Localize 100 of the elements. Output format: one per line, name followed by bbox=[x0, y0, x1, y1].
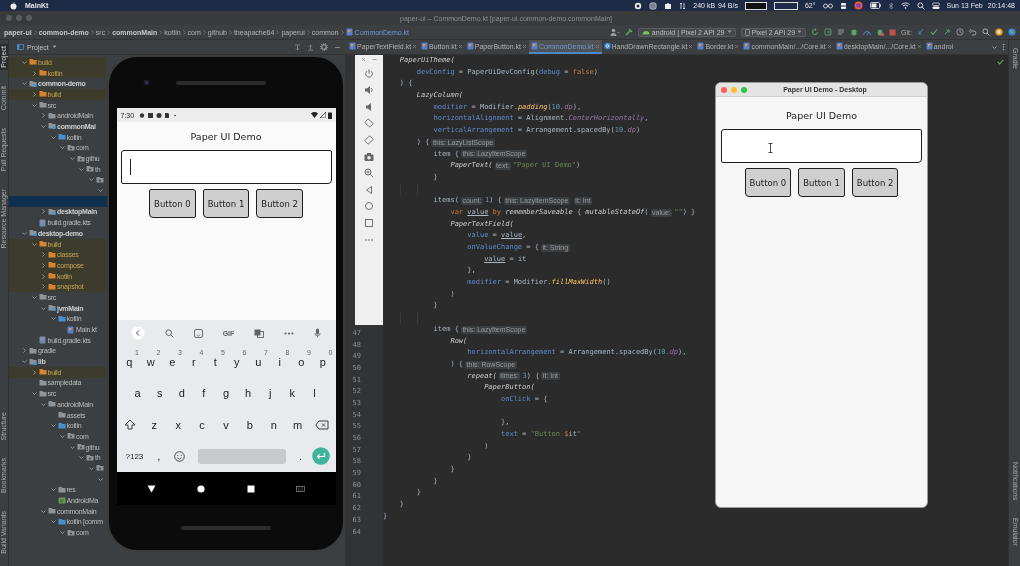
keyboard-icon[interactable] bbox=[295, 485, 305, 492]
hammer-icon[interactable] bbox=[624, 28, 633, 36]
keyboard-key[interactable]: z bbox=[142, 411, 167, 438]
chevron-icon[interactable] bbox=[40, 112, 47, 120]
chevron-icon[interactable] bbox=[78, 454, 85, 462]
control-center-icon[interactable] bbox=[931, 1, 940, 10]
chevron-icon[interactable] bbox=[21, 58, 28, 66]
chevron-icon[interactable] bbox=[40, 304, 47, 312]
keyboard-key[interactable]: b bbox=[237, 411, 262, 438]
undo-icon[interactable] bbox=[969, 28, 977, 36]
overview-icon[interactable] bbox=[246, 484, 255, 493]
search-icon[interactable] bbox=[916, 1, 925, 10]
keyboard-key[interactable]: g bbox=[214, 380, 238, 407]
backspace-icon[interactable] bbox=[314, 419, 329, 430]
memory-graph[interactable] bbox=[773, 1, 798, 10]
keyboard-key[interactable]: a bbox=[126, 380, 149, 407]
chevron-icon[interactable] bbox=[49, 422, 57, 430]
paper-button[interactable]: Button 0 bbox=[744, 168, 792, 197]
collapse-all-icon[interactable] bbox=[307, 43, 314, 51]
chevron-icon[interactable] bbox=[40, 251, 47, 259]
volume-up-icon[interactable] bbox=[364, 85, 374, 96]
record-icon[interactable] bbox=[634, 1, 643, 10]
keyboard-key[interactable]: c bbox=[190, 411, 215, 438]
chevron-icon[interactable] bbox=[21, 80, 28, 88]
chevron-icon[interactable] bbox=[30, 390, 38, 398]
chevron-icon[interactable] bbox=[40, 272, 47, 280]
keyboard-key[interactable]: k bbox=[281, 380, 304, 407]
keyboard-key[interactable]: x bbox=[166, 411, 191, 438]
commit-check-icon[interactable] bbox=[930, 28, 938, 36]
collapse-button[interactable] bbox=[130, 326, 145, 340]
expand-all-icon[interactable] bbox=[294, 43, 301, 51]
chevron-icon[interactable] bbox=[21, 229, 28, 237]
battery-icon[interactable] bbox=[869, 2, 881, 9]
chevron-icon[interactable] bbox=[30, 293, 38, 301]
paper-button[interactable]: Button 2 bbox=[851, 168, 899, 197]
keyboard-key[interactable]: f bbox=[192, 380, 215, 407]
cpu-graph[interactable] bbox=[744, 1, 767, 10]
emoji-icon[interactable] bbox=[174, 450, 186, 462]
chevron-icon[interactable] bbox=[30, 90, 38, 98]
chevron-icon[interactable] bbox=[97, 475, 104, 483]
sticker-icon[interactable] bbox=[193, 328, 203, 338]
close-icon[interactable] bbox=[594, 43, 600, 49]
camera-icon[interactable] bbox=[364, 151, 374, 162]
search-icon[interactable] bbox=[982, 28, 990, 36]
close-button[interactable] bbox=[721, 86, 727, 93]
settings-icon[interactable] bbox=[320, 43, 328, 51]
chevron-icon[interactable] bbox=[21, 358, 28, 366]
chevron-icon[interactable] bbox=[59, 529, 66, 537]
chevron-icon[interactable] bbox=[59, 432, 66, 440]
home-icon[interactable] bbox=[197, 484, 206, 493]
keyboard-key[interactable]: l bbox=[303, 380, 326, 407]
person-icon[interactable] bbox=[609, 28, 620, 36]
glasses-icon[interactable] bbox=[822, 2, 833, 9]
attach-debugger-icon[interactable] bbox=[876, 28, 885, 36]
keyboard-key[interactable]: . bbox=[291, 443, 310, 470]
inspection-ok-icon[interactable] bbox=[997, 59, 1004, 65]
chevron-icon[interactable] bbox=[21, 347, 28, 355]
keyboard-key[interactable]: m bbox=[285, 411, 310, 438]
keyboard-key[interactable]: n bbox=[261, 411, 286, 438]
chevron-icon[interactable] bbox=[40, 122, 47, 130]
chevron-icon[interactable] bbox=[40, 261, 47, 269]
keyboard-key[interactable]: v bbox=[214, 411, 238, 438]
chevron-icon[interactable] bbox=[97, 187, 104, 195]
keyboard-key[interactable]: d bbox=[170, 380, 193, 407]
chevron-icon[interactable] bbox=[30, 240, 38, 248]
more-icon[interactable] bbox=[1002, 43, 1005, 51]
keyboard-key[interactable]: h bbox=[237, 380, 260, 407]
zoom-button[interactable] bbox=[741, 86, 747, 93]
bluetooth-icon[interactable] bbox=[887, 1, 894, 10]
chevron-icon[interactable] bbox=[49, 133, 57, 141]
chevron-icon[interactable] bbox=[30, 69, 38, 77]
paper-button[interactable]: Button 1 bbox=[798, 168, 845, 197]
keyboard-key[interactable]: , bbox=[150, 443, 168, 470]
rotate-left-icon[interactable] bbox=[364, 118, 374, 129]
volume-down-icon[interactable] bbox=[364, 101, 374, 112]
push-icon[interactable] bbox=[943, 28, 951, 36]
wifi-icon[interactable] bbox=[900, 2, 910, 9]
paper-button[interactable]: Button 1 bbox=[202, 189, 250, 218]
update-badge-icon[interactable] bbox=[995, 28, 1003, 36]
enter-button[interactable] bbox=[312, 447, 331, 466]
chevron-icon[interactable] bbox=[40, 400, 47, 408]
chevron-icon[interactable] bbox=[30, 368, 38, 376]
history-icon[interactable] bbox=[956, 28, 964, 36]
close-icon[interactable] bbox=[361, 57, 366, 62]
chevron-icon[interactable] bbox=[78, 165, 85, 173]
chevron-icon[interactable] bbox=[59, 144, 66, 152]
text-field[interactable] bbox=[721, 129, 922, 163]
chevron-icon[interactable] bbox=[49, 486, 57, 494]
keyboard-key[interactable]: ?123 bbox=[118, 443, 151, 470]
close-icon[interactable] bbox=[412, 43, 418, 49]
apple-icon[interactable] bbox=[10, 1, 17, 10]
minimize-icon[interactable] bbox=[372, 57, 377, 62]
keyboard-key[interactable]: j bbox=[259, 380, 282, 407]
chevron-icon[interactable] bbox=[40, 208, 47, 216]
more-icon[interactable] bbox=[284, 331, 295, 335]
chevron-icon[interactable] bbox=[87, 464, 95, 472]
chevron-icon[interactable] bbox=[68, 443, 76, 451]
chevron-down-icon[interactable] bbox=[991, 43, 998, 51]
shift-icon[interactable] bbox=[124, 419, 137, 431]
chevron-icon[interactable] bbox=[40, 283, 47, 291]
